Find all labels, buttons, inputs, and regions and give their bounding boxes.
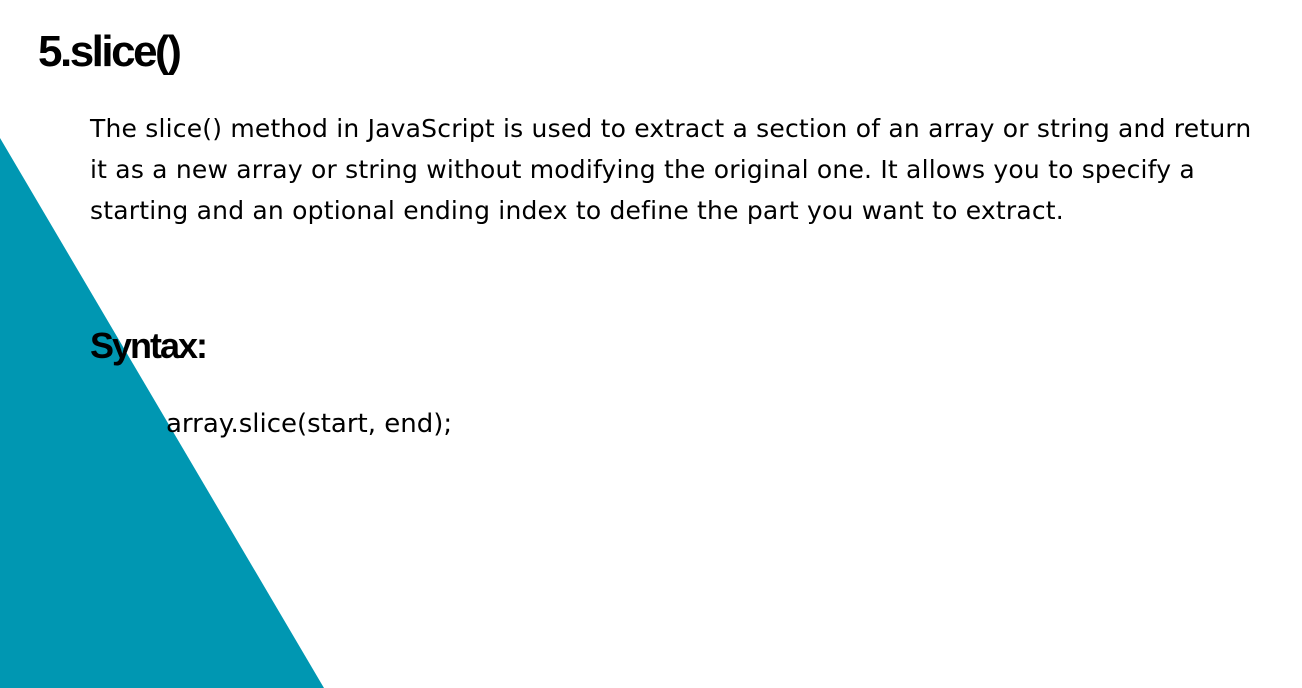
slide-title: 5.slice()	[38, 27, 182, 76]
slide: 5.slice() The slice() method in JavaScri…	[0, 0, 1302, 688]
syntax-code: array.slice(start, end);	[166, 409, 453, 439]
syntax-heading: Syntax:	[90, 325, 208, 366]
description-paragraph: The slice() method in JavaScript is used…	[90, 114, 1252, 225]
